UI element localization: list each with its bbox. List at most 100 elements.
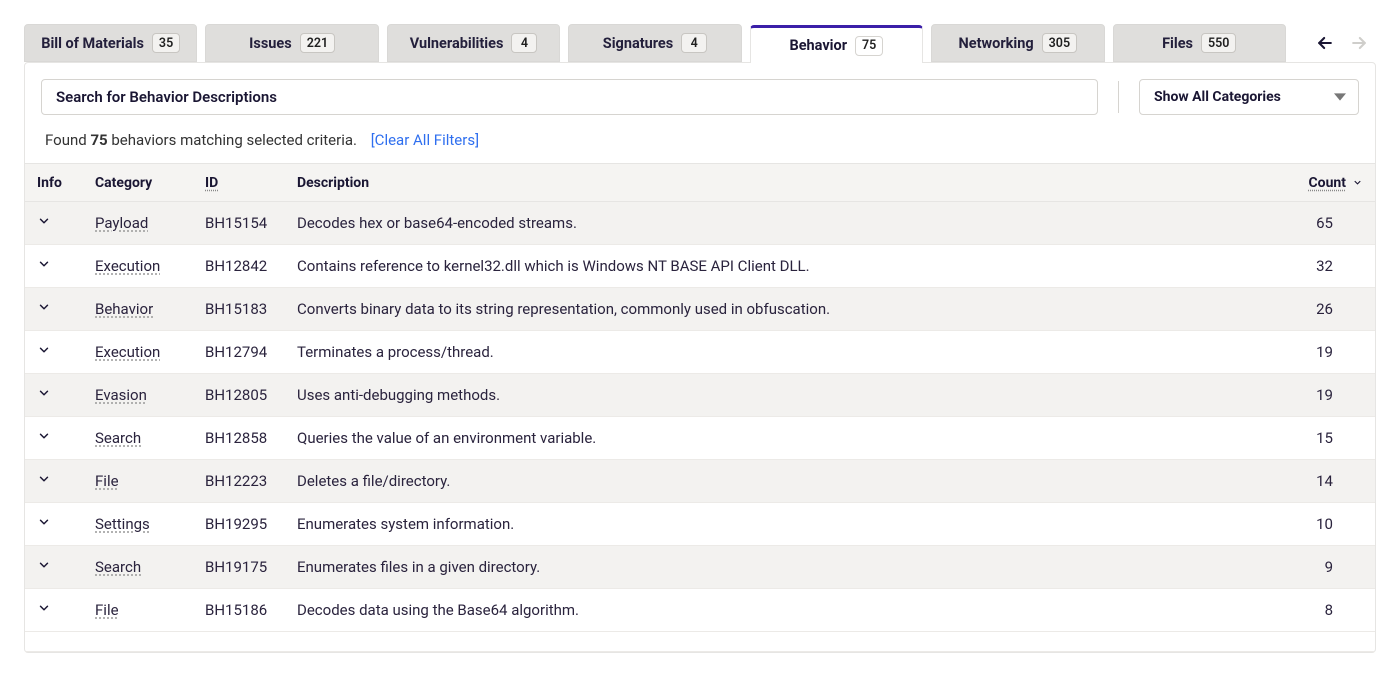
- category-select[interactable]: Show All Categories: [1139, 79, 1359, 115]
- category-link[interactable]: Search: [95, 558, 141, 576]
- tab-signatures[interactable]: Signatures4: [568, 24, 741, 62]
- category-cell: File: [95, 472, 205, 490]
- category-link[interactable]: Search: [95, 429, 141, 447]
- category-link[interactable]: Execution: [95, 343, 160, 361]
- description-cell: Decodes hex or base64-encoded streams.: [297, 214, 1273, 232]
- description-cell: Uses anti-debugging methods.: [297, 386, 1273, 404]
- category-link[interactable]: File: [95, 601, 119, 619]
- expand-toggle[interactable]: [37, 429, 95, 447]
- count-cell: 19: [1273, 386, 1363, 404]
- tab-bill-of-materials[interactable]: Bill of Materials35: [24, 24, 197, 62]
- id-cell: BH12805: [205, 386, 297, 404]
- expand-toggle[interactable]: [37, 472, 95, 490]
- chevron-down-icon: [37, 515, 51, 529]
- tab-count-badge: 305: [1042, 33, 1077, 53]
- chevron-down-icon: [37, 386, 51, 400]
- category-cell: Search: [95, 429, 205, 447]
- id-cell: BH12842: [205, 257, 297, 275]
- table-row: File BH15186Decodes data using the Base64…: [25, 589, 1375, 632]
- nav-arrows: [1294, 32, 1376, 54]
- expand-toggle[interactable]: [37, 558, 95, 576]
- id-cell: BH15183: [205, 300, 297, 318]
- tab-count-badge: 221: [300, 33, 335, 53]
- table-row: FileBH12223Deletes a file/directory.14: [25, 460, 1375, 503]
- category-cell: Search: [95, 558, 205, 576]
- col-count[interactable]: Count: [1273, 175, 1363, 191]
- table-row: Evasion BH12805Uses anti-debugging method…: [25, 374, 1375, 417]
- table-row: Execution BH12842Contains reference to ke…: [25, 245, 1375, 288]
- search-input[interactable]: [41, 79, 1098, 115]
- next-arrow[interactable]: [1348, 32, 1370, 54]
- table-row: BehaviorBH15183Converts binary data to i…: [25, 288, 1375, 331]
- table-row: Payload BH15154Decodes hex or base64-enco…: [25, 202, 1375, 245]
- category-cell: Execution: [95, 343, 205, 361]
- expand-toggle[interactable]: [37, 214, 95, 232]
- expand-toggle[interactable]: [37, 300, 95, 318]
- chevron-down-icon: [37, 343, 51, 357]
- description-cell: Terminates a process/thread.: [297, 343, 1273, 361]
- chevron-down-icon: [37, 558, 51, 572]
- count-cell: 9: [1273, 558, 1363, 576]
- category-link[interactable]: File: [95, 472, 119, 490]
- category-cell: Execution: [95, 257, 205, 275]
- id-cell: BH15186: [205, 601, 297, 619]
- prev-arrow[interactable]: [1314, 32, 1336, 54]
- expand-toggle[interactable]: [37, 601, 95, 619]
- expand-toggle[interactable]: [37, 386, 95, 404]
- category-cell: File: [95, 601, 205, 619]
- found-summary: Found 75 behaviors matching selected cri…: [41, 115, 1359, 163]
- category-select-label: Show All Categories: [1154, 89, 1281, 105]
- panel: Show All Categories Found 75 behaviors m…: [24, 62, 1376, 653]
- category-cell: Evasion: [95, 386, 205, 404]
- description-cell: Queries the value of an environment vari…: [297, 429, 1273, 447]
- table-row: SettingsBH19295Enumerates system informa…: [25, 503, 1375, 546]
- id-cell: BH12223: [205, 472, 297, 490]
- tab-label: Behavior: [789, 37, 847, 54]
- category-link[interactable]: Execution: [95, 257, 160, 275]
- col-id[interactable]: ID: [205, 175, 297, 191]
- id-cell: BH12858: [205, 429, 297, 447]
- col-info: Info: [37, 175, 95, 191]
- chevron-down-icon: [37, 257, 51, 271]
- tab-files[interactable]: Files550: [1113, 24, 1286, 62]
- category-link[interactable]: Behavior: [95, 300, 153, 318]
- chevron-down-icon: [37, 300, 51, 314]
- id-cell: BH12794: [205, 343, 297, 361]
- chevron-down-icon: [37, 601, 51, 615]
- chevron-down-icon: [37, 429, 51, 443]
- count-cell: 26: [1273, 300, 1363, 318]
- tab-label: Issues: [249, 35, 292, 52]
- category-link[interactable]: Settings: [95, 515, 150, 533]
- description-cell: Enumerates files in a given directory.: [297, 558, 1273, 576]
- tab-label: Networking: [959, 35, 1034, 52]
- count-cell: 15: [1273, 429, 1363, 447]
- id-cell: BH19295: [205, 515, 297, 533]
- category-link[interactable]: Evasion: [95, 386, 147, 404]
- table-row: Execution BH12794Terminates a process/thr…: [25, 331, 1375, 374]
- category-link[interactable]: Payload: [95, 214, 148, 232]
- tab-vulnerabilities[interactable]: Vulnerabilities4: [387, 24, 560, 62]
- description-cell: Contains reference to kernel32.dll which…: [297, 257, 1273, 275]
- description-cell: Decodes data using the Base64 algorithm.: [297, 601, 1273, 619]
- tab-label: Vulnerabilities: [410, 35, 504, 52]
- expand-toggle[interactable]: [37, 343, 95, 361]
- tab-networking[interactable]: Networking 305: [931, 24, 1104, 62]
- count-cell: 10: [1273, 515, 1363, 533]
- chevron-down-icon: [37, 472, 51, 486]
- divider: [1118, 81, 1119, 113]
- tabs: Bill of Materials35 Issues 221 Vulnerabilit…: [24, 24, 1376, 62]
- col-description: Description: [297, 175, 1273, 191]
- tab-issues[interactable]: Issues 221: [205, 24, 378, 62]
- id-cell: BH15154: [205, 214, 297, 232]
- tab-label: Bill of Materials: [41, 35, 144, 52]
- dropdown-icon: [1334, 91, 1346, 103]
- expand-toggle[interactable]: [37, 257, 95, 275]
- clear-filters-link[interactable]: [Clear All Filters]: [371, 131, 479, 149]
- col-category: Category: [95, 175, 205, 191]
- description-cell: Deletes a file/directory.: [297, 472, 1273, 490]
- tab-behavior[interactable]: Behavior75: [750, 25, 923, 63]
- chevron-down-icon: [37, 214, 51, 228]
- category-cell: Settings: [95, 515, 205, 533]
- expand-toggle[interactable]: [37, 515, 95, 533]
- table-header: Info Category ID Description Count: [25, 164, 1375, 202]
